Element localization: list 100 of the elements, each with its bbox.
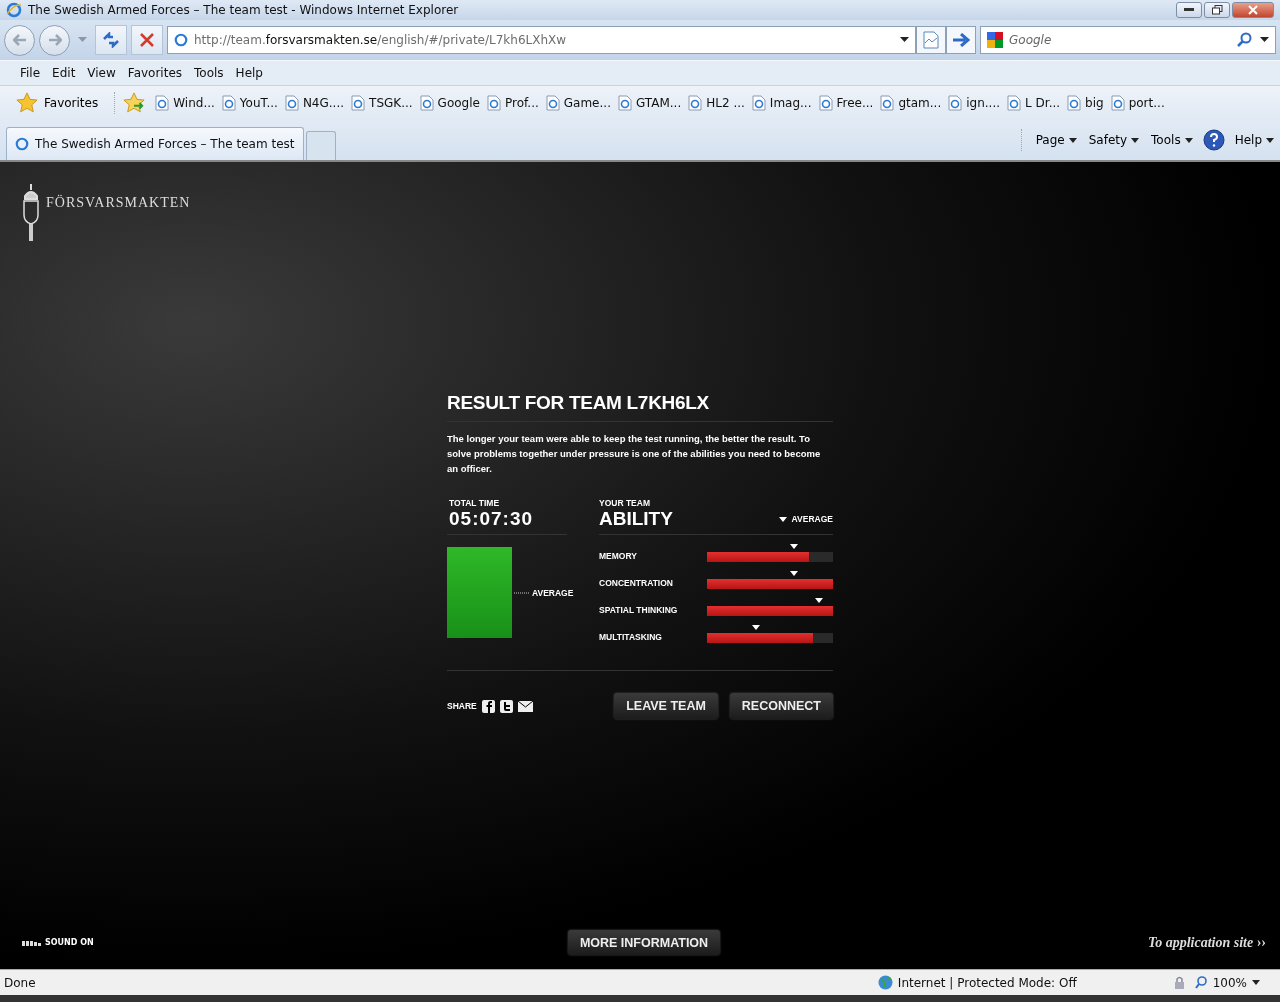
sound-level-icon[interactable]: [22, 939, 42, 946]
ability-caption: YOUR TEAM: [599, 498, 651, 508]
refresh-arrows-icon: [102, 32, 120, 48]
total-time-value: 05:07:30: [449, 508, 535, 530]
command-menu-button[interactable]: Page: [1033, 133, 1079, 147]
bookmark-link[interactable]: L Dr...: [1007, 95, 1061, 111]
bookmark-page-icon: [1067, 95, 1082, 111]
crown-emblem-icon: [22, 184, 40, 242]
menu-item[interactable]: View: [81, 66, 122, 80]
go-button[interactable]: [946, 26, 976, 54]
dropdown-icon: [1184, 137, 1193, 143]
bookmark-link[interactable]: Free...: [818, 95, 874, 111]
dropdown-icon[interactable]: [1260, 37, 1269, 43]
back-arrow-icon: [12, 34, 27, 46]
close-button[interactable]: [1232, 2, 1274, 18]
restore-icon: [1211, 5, 1223, 15]
star-add-icon[interactable]: [122, 92, 147, 114]
twitter-icon[interactable]: [499, 699, 513, 713]
refresh-button[interactable]: [95, 25, 127, 55]
bookmark-link[interactable]: YouT...: [221, 95, 278, 111]
dotted-leader-line: [514, 591, 530, 594]
bookmark-page-icon: [880, 95, 895, 111]
command-menu-button[interactable]: Help: [1232, 133, 1276, 147]
share-label: SHARE: [447, 701, 477, 711]
more-information-button[interactable]: MORE INFORMATION: [567, 930, 721, 955]
stop-button[interactable]: [131, 25, 163, 55]
menu-item[interactable]: Tools: [188, 66, 230, 80]
bookmark-link[interactable]: big: [1067, 95, 1104, 111]
command-menu-button[interactable]: Tools: [1149, 133, 1195, 147]
page-icon: [174, 33, 188, 47]
help-icon[interactable]: [1202, 129, 1225, 151]
menu-item[interactable]: File: [14, 66, 47, 80]
facebook-icon[interactable]: [481, 699, 495, 713]
minimize-icon: [1184, 8, 1194, 12]
menu-item[interactable]: Favorites: [121, 66, 189, 80]
address-field[interactable]: http://team.forsvarsmakten.se/english/#/private/L7kh6LXhXw: [167, 26, 916, 54]
bookmark-link[interactable]: HL2 ...: [688, 95, 745, 111]
dropdown-icon[interactable]: [900, 37, 909, 43]
bookmark-page-icon: [284, 95, 299, 111]
ability-label: MEMORY: [599, 551, 637, 562]
compatibility-button[interactable]: [916, 26, 946, 54]
total-time-label: TOTAL TIME: [449, 498, 501, 508]
result-title: RESULT FOR TEAM L7KH6LX: [447, 392, 833, 422]
logo-text: FÖRSVARSMAKTEN: [46, 195, 191, 211]
bookmark-page-icon: [155, 95, 170, 111]
bookmark-page-icon: [486, 95, 501, 111]
favorites-button[interactable]: Favorites: [14, 92, 116, 114]
average-marker-icon: [778, 516, 787, 522]
bookmark-link[interactable]: Prof...: [486, 95, 539, 111]
status-text: Done: [4, 975, 36, 990]
email-icon[interactable]: [517, 700, 533, 712]
globe-icon: [877, 975, 893, 990]
close-icon: [1248, 5, 1258, 15]
bookmark-page-icon: [351, 95, 366, 111]
application-site-link[interactable]: To application site ››: [966, 934, 1266, 951]
bookmark-link[interactable]: GTAM...: [617, 95, 682, 111]
bookmark-link[interactable]: Wind...: [155, 95, 215, 111]
zoom-level-text[interactable]: 100%: [1212, 975, 1247, 990]
bookmark-page-icon: [1110, 95, 1125, 111]
ability-title: ABILITY: [599, 508, 673, 530]
window-title: The Swedish Armed Forces – The team test - Windows Internet Explorer: [28, 3, 460, 17]
forward-arrow-icon: [47, 34, 62, 46]
page-icon: [15, 137, 29, 151]
minimize-button[interactable]: [1176, 2, 1202, 18]
command-menu-button[interactable]: Safety: [1086, 133, 1142, 147]
browser-tab[interactable]: The Swedish Armed Forces – The team test: [6, 127, 304, 160]
menu-item[interactable]: Edit: [46, 66, 82, 80]
bookmark-link[interactable]: gtam...: [880, 95, 942, 111]
browser-logo-icon: [6, 2, 22, 18]
security-zone-text: Internet | Protected Mode: Off: [897, 975, 1077, 990]
bookmark-page-icon: [617, 95, 632, 111]
menu-item[interactable]: Help: [229, 66, 269, 80]
zoom-icon: [1194, 976, 1208, 989]
bookmark-link[interactable]: Google: [419, 95, 480, 111]
broken-page-icon: [923, 31, 939, 49]
bookmark-page-icon: [948, 95, 963, 111]
search-field[interactable]: Google: [980, 26, 1276, 54]
dropdown-icon: [1068, 137, 1077, 143]
bookmark-page-icon: [1007, 95, 1022, 111]
search-icon[interactable]: [1236, 32, 1252, 48]
bookmark-link[interactable]: ign....: [948, 95, 1001, 111]
bookmark-page-icon: [419, 95, 434, 111]
dropdown-icon[interactable]: [1252, 980, 1260, 985]
star-icon: [16, 92, 38, 114]
dropdown-icon: [1266, 137, 1274, 143]
bookmark-link[interactable]: N4G....: [284, 95, 345, 111]
action-button[interactable]: LEAVE TEAM: [614, 693, 718, 719]
bookmark-page-icon: [221, 95, 236, 111]
restore-button[interactable]: [1204, 2, 1230, 18]
ability-label: SPATIAL THINKING: [599, 605, 678, 616]
action-button[interactable]: RECONNECT: [729, 693, 833, 719]
bookmark-link[interactable]: port...: [1110, 95, 1165, 111]
bookmark-link[interactable]: Game...: [545, 95, 611, 111]
bookmark-link[interactable]: TSGK...: [351, 95, 413, 111]
search-provider-icon: [987, 32, 1003, 48]
stop-x-icon: [139, 32, 155, 48]
bookmark-page-icon: [751, 95, 766, 111]
bookmark-link[interactable]: Imag...: [751, 95, 812, 111]
result-description: The longer your team were able to keep the test running, the better the result. To solve problems together under pressure is one of the abilities you need to become an officer.: [447, 432, 822, 476]
sound-toggle[interactable]: SOUND ON: [45, 938, 94, 947]
